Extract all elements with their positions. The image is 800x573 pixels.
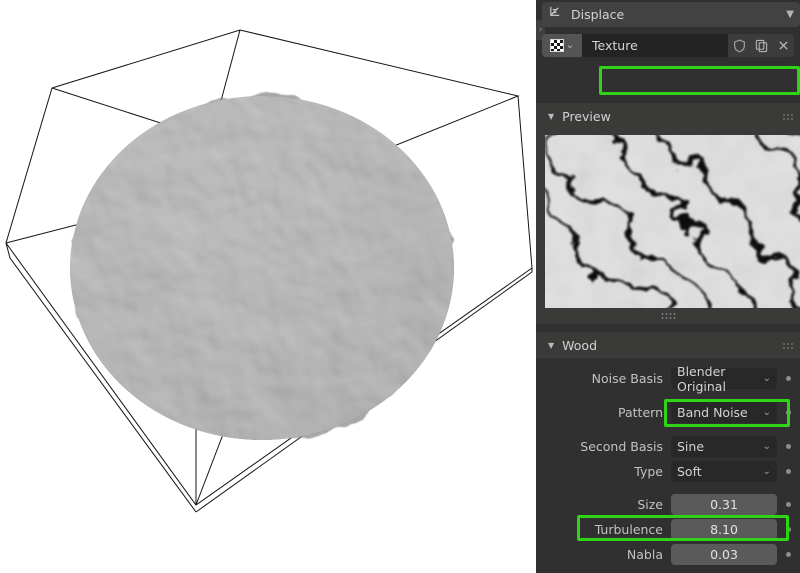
chevron-down-icon: ⌄ <box>762 466 771 477</box>
texture-name-field[interactable]: Texture <box>582 34 728 57</box>
triangle-down-icon: ▼ <box>548 340 555 350</box>
dropdown-value: Blender Original <box>677 363 726 394</box>
property-row-noise-basis: Noise Basis Blender Original ⌄ <box>536 364 800 394</box>
label-noise-basis: Noise Basis <box>591 371 663 386</box>
texture-id-block: ⌄ Texture <box>542 34 794 57</box>
panel-title-preview: Preview <box>562 108 611 124</box>
property-row-turbulence: Turbulence 8.10 <box>536 517 800 542</box>
properties-editor: › Displace ▼ ⌄ Texture ▼ Preview ▼ Wood … <box>536 0 800 573</box>
label-pattern: Pattern <box>618 405 663 420</box>
chevron-down-icon: ⌄ <box>762 441 771 452</box>
copy-icon[interactable] <box>750 34 772 57</box>
label-size: Size <box>637 497 663 512</box>
shield-icon[interactable] <box>728 34 750 57</box>
label-second-basis: Second Basis <box>580 439 663 454</box>
animate-decorator-dot[interactable] <box>786 376 791 381</box>
animate-decorator-dot[interactable] <box>786 444 791 449</box>
dropdown-type[interactable]: Soft ⌄ <box>671 461 777 482</box>
property-row-nabla: Nabla 0.03 <box>536 542 800 567</box>
3d-viewport[interactable] <box>0 0 536 573</box>
animate-decorator-dot[interactable] <box>786 410 791 415</box>
chevron-down-icon: ⌄ <box>762 407 771 418</box>
texture-preview-zone <box>536 126 800 324</box>
dropdown-noise-basis[interactable]: Blender Original ⌄ <box>671 364 777 394</box>
dropdown-second-basis[interactable]: Sine ⌄ <box>671 436 777 457</box>
animate-decorator-dot[interactable] <box>786 469 791 474</box>
grip-dots-icon[interactable] <box>781 111 794 121</box>
texture-checker-icon <box>549 39 564 52</box>
label-turbulence: Turbulence <box>594 522 663 537</box>
label-type: Type <box>634 464 663 479</box>
panel-header-wood[interactable]: ▼ Wood <box>536 332 800 358</box>
animate-decorator-dot[interactable] <box>786 552 791 557</box>
viewport-scene <box>5 29 533 513</box>
property-row-second-basis: Second Basis Sine ⌄ <box>536 434 800 459</box>
displace-modifier-icon <box>548 5 563 24</box>
chevron-down-icon[interactable]: ▼ <box>786 9 794 20</box>
wood-band-noise-render <box>545 135 800 308</box>
dropdown-value: Sine <box>677 439 705 454</box>
slider-value: 0.31 <box>710 497 738 512</box>
modifier-title: Displace <box>571 7 625 22</box>
label-nabla: Nabla <box>626 547 663 562</box>
blender-window: › Displace ▼ ⌄ Texture ▼ Preview ▼ Wood … <box>0 0 800 573</box>
grip-dots-icon[interactable] <box>781 340 794 350</box>
animate-decorator-dot[interactable] <box>786 502 791 507</box>
slider-size[interactable]: 0.31 <box>671 494 777 515</box>
close-icon[interactable] <box>772 34 794 57</box>
dropdown-pattern[interactable]: Band Noise ⌄ <box>671 402 777 423</box>
animate-decorator-dot[interactable] <box>786 527 791 532</box>
property-row-pattern: Pattern Band Noise ⌄ <box>536 400 800 425</box>
preview-resize-grip[interactable] <box>660 312 676 320</box>
slider-value: 0.03 <box>710 547 738 562</box>
slider-value: 8.10 <box>710 522 738 537</box>
triangle-down-icon: ▼ <box>548 111 555 121</box>
property-row-type: Type Soft ⌄ <box>536 459 800 484</box>
texture-preview-image[interactable] <box>545 135 800 308</box>
chevron-down-icon: ⌄ <box>762 373 771 384</box>
modifier-header-displace[interactable]: Displace ▼ <box>542 2 800 27</box>
slider-nabla[interactable]: 0.03 <box>671 544 777 565</box>
wood-settings-body: Noise Basis Blender Original ⌄ Pattern B… <box>536 358 800 573</box>
chevron-down-icon: ⌄ <box>565 40 575 51</box>
slider-turbulence[interactable]: 8.10 <box>671 519 777 540</box>
dropdown-value: Band Noise <box>677 405 748 420</box>
panel-title-wood: Wood <box>562 337 598 353</box>
property-row-size: Size 0.31 <box>536 492 800 517</box>
texture-browse-button[interactable]: ⌄ <box>542 34 582 57</box>
dropdown-value: Soft <box>677 464 702 479</box>
